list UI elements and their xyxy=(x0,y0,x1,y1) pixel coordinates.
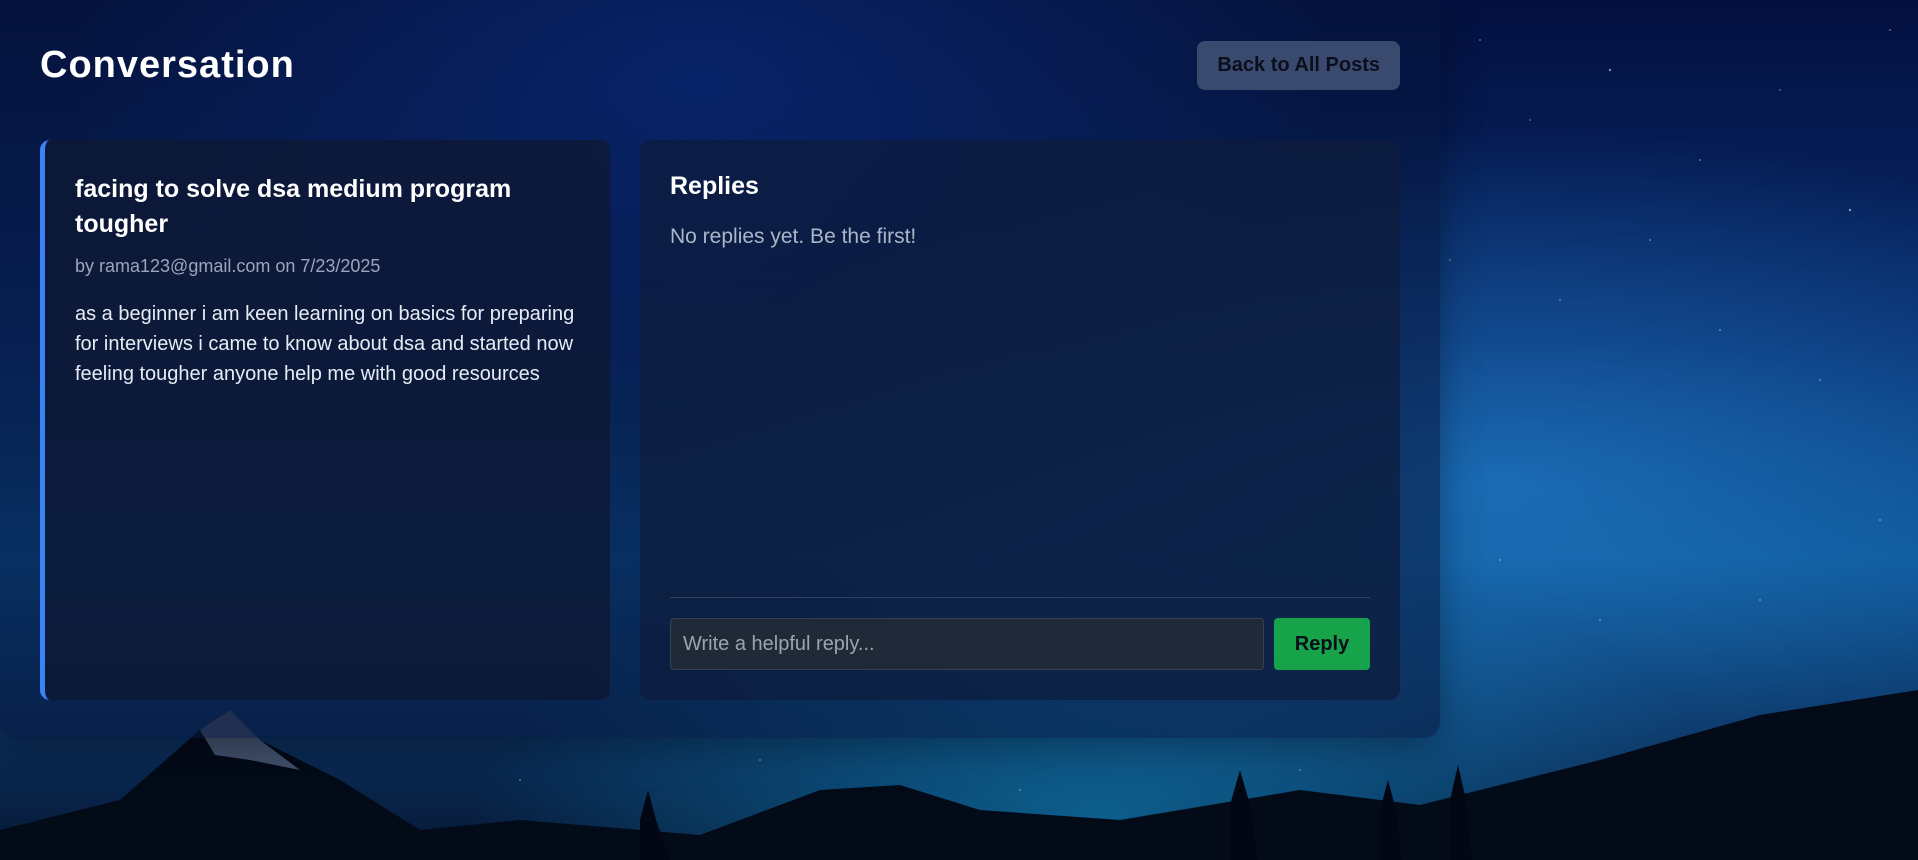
post-card: facing to solve dsa medium program tough… xyxy=(40,140,610,700)
post-body: as a beginner i am keen learning on basi… xyxy=(75,303,575,385)
replies-title: Replies xyxy=(670,172,759,200)
post-meta: by rama123@gmail.com on 7/23/2025 xyxy=(75,256,381,276)
replies-card: Replies No replies yet. Be the first! Re… xyxy=(640,140,1400,700)
header: Conversation Back to All Posts xyxy=(40,40,1400,90)
page-title: Conversation xyxy=(40,43,295,86)
reply-input[interactable] xyxy=(670,618,1264,670)
reply-button[interactable]: Reply xyxy=(1274,618,1370,670)
empty-replies-text: No replies yet. Be the first! xyxy=(670,225,917,248)
back-to-all-posts-button[interactable]: Back to All Posts xyxy=(1197,40,1400,90)
conversation-panel: Conversation Back to All Posts facing to… xyxy=(0,0,1440,738)
reply-form: Reply xyxy=(670,597,1370,670)
post-title: facing to solve dsa medium program tough… xyxy=(75,175,512,238)
